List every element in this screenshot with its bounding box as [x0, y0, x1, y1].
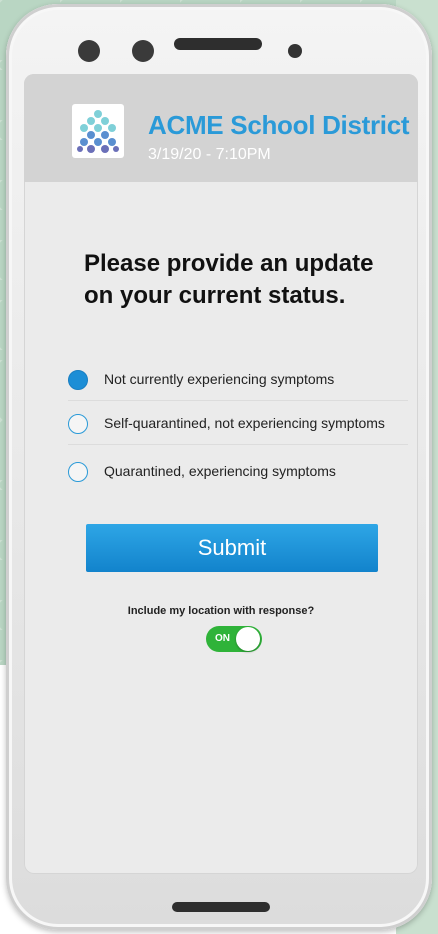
app-title: ACME School District	[148, 110, 410, 140]
survey-question: Please provide an update on your current…	[84, 250, 374, 309]
status-option-label: Not currently experiencing symptoms	[104, 371, 335, 387]
front-sensor	[288, 44, 302, 58]
submit-button[interactable]: Submit	[86, 524, 378, 572]
speaker-grille	[174, 38, 262, 50]
status-option[interactable]: Not currently experiencing symptoms	[68, 370, 418, 410]
radio-button-selected[interactable]	[68, 370, 88, 390]
camera-dot	[132, 40, 154, 62]
timestamp: 3/19/20 - 7:10PM	[148, 146, 271, 163]
location-toggle-label: Include my location with response?	[127, 605, 315, 617]
location-toggle[interactable]: ON	[206, 626, 262, 652]
radio-button[interactable]	[68, 462, 88, 482]
app-header: ACME School District 3/19/20 - 7:10PM	[24, 74, 418, 182]
divider	[68, 444, 408, 445]
toggle-knob	[236, 627, 260, 651]
dots-logo-icon	[72, 104, 124, 158]
camera-dot	[78, 40, 100, 62]
radio-button[interactable]	[68, 414, 88, 434]
phone-frame: ACME School District 3/19/20 - 7:10PM Pl…	[6, 4, 432, 930]
status-option-label: Quarantined, experiencing symptoms	[104, 463, 336, 479]
status-option[interactable]: Self-quarantined, not experiencing sympt…	[68, 414, 418, 454]
status-option-label: Self-quarantined, not experiencing sympt…	[104, 415, 385, 431]
app-screen: ACME School District 3/19/20 - 7:10PM Pl…	[24, 74, 418, 874]
toggle-state-text: ON	[215, 633, 230, 644]
divider	[68, 400, 408, 401]
status-option[interactable]: Quarantined, experiencing symptoms	[68, 462, 418, 502]
home-bar	[172, 902, 270, 912]
